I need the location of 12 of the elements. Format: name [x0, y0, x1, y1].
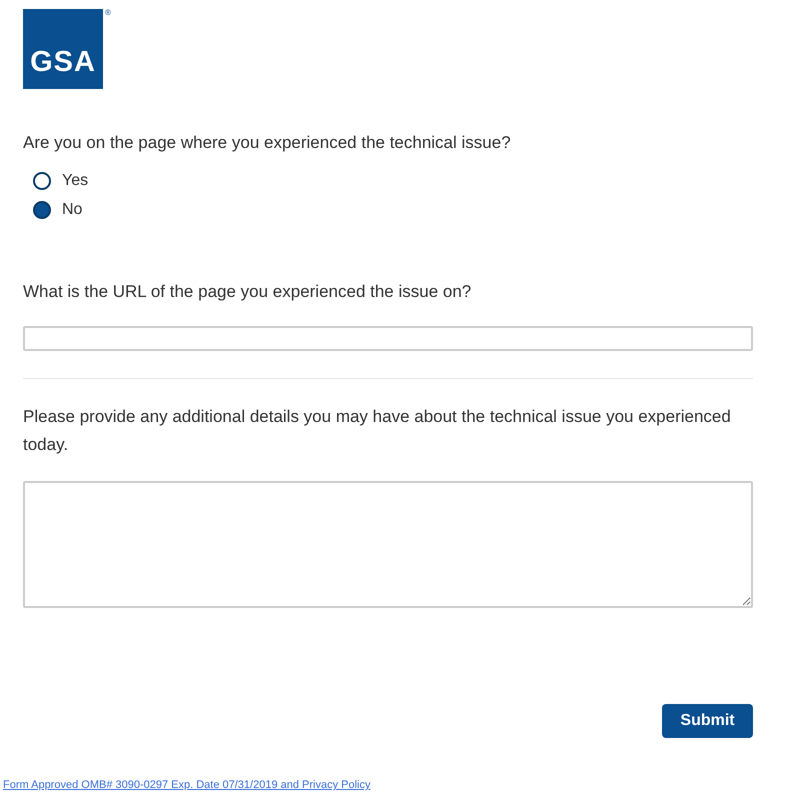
radio-button[interactable] — [33, 201, 51, 219]
submit-button[interactable]: Submit — [662, 704, 753, 738]
url-input-field[interactable] — [23, 326, 753, 351]
radio-label: No — [62, 200, 82, 220]
question-label: Are you on the page where you experienced the technical issue? — [23, 132, 512, 154]
question-label: Please provide any additional details you may have about the technical issue you experienced today. — [23, 406, 732, 456]
logo-text: GSA — [30, 48, 96, 77]
question-label: What is the URL of the page you experienced the issue on? — [23, 281, 472, 303]
footer-link[interactable]: Form Approved OMB# 3090-0297 Exp. Date 07/31/2019 and Privacy Policy — [3, 779, 370, 791]
radio-label: Yes — [62, 171, 88, 191]
radio-button[interactable] — [33, 172, 51, 190]
registered-mark: ® — [105, 9, 111, 17]
